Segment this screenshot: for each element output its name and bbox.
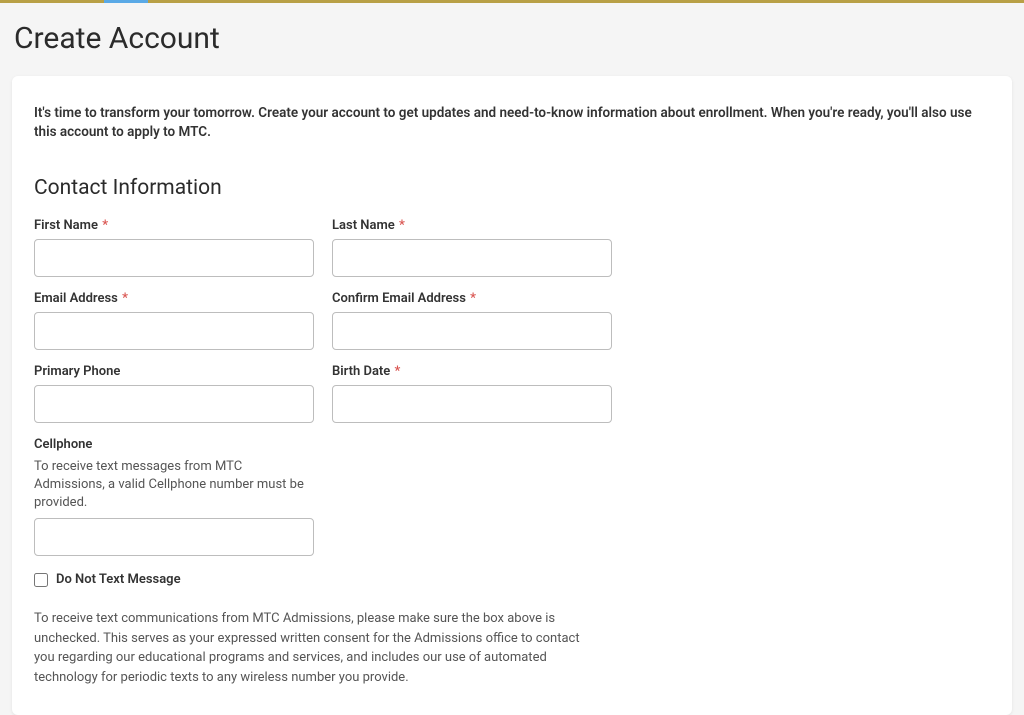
required-star: * [470,291,476,306]
label-confirm-email: Confirm Email Address * [332,291,612,306]
label-primary-phone: Primary Phone [34,364,314,379]
group-confirm-email: Confirm Email Address * [332,291,612,350]
confirm-email-field[interactable] [332,312,612,350]
page-header: Create Account [0,3,1024,66]
do-not-text-row: Do Not Text Message [34,572,990,587]
group-last-name: Last Name * [332,218,612,277]
form-card: It's time to transform your tomorrow. Cr… [12,76,1012,715]
cellphone-field[interactable] [34,518,314,556]
row-cellphone: Cellphone To receive text messages from … [34,437,990,557]
last-name-field[interactable] [332,239,612,277]
required-star: * [102,218,108,233]
page-title: Create Account [14,21,1010,56]
row-phone-birth: Primary Phone Birth Date * [34,364,990,423]
group-primary-phone: Primary Phone [34,364,314,423]
group-first-name: First Name * [34,218,314,277]
label-last-name: Last Name * [332,218,612,233]
cellphone-help: To receive text messages from MTC Admiss… [34,458,314,513]
row-email: Email Address * Confirm Email Address * [34,291,990,350]
text-disclaimer: To receive text communications from MTC … [34,609,594,687]
birth-date-field[interactable] [332,385,612,423]
group-cellphone: Cellphone To receive text messages from … [34,437,314,557]
section-title: Contact Information [34,176,990,200]
do-not-text-label: Do Not Text Message [56,572,181,587]
required-star: * [395,364,401,379]
label-first-name: First Name * [34,218,314,233]
label-cellphone: Cellphone [34,437,314,452]
primary-phone-field[interactable] [34,385,314,423]
required-star: * [122,291,128,306]
email-field[interactable] [34,312,314,350]
group-birth-date: Birth Date * [332,364,612,423]
do-not-text-checkbox[interactable] [34,573,48,587]
first-name-field[interactable] [34,239,314,277]
required-star: * [399,218,405,233]
top-accent-bar [0,0,1024,3]
row-name: First Name * Last Name * [34,218,990,277]
intro-text: It's time to transform your tomorrow. Cr… [34,104,990,142]
label-birth-date: Birth Date * [332,364,612,379]
group-email: Email Address * [34,291,314,350]
label-email: Email Address * [34,291,314,306]
